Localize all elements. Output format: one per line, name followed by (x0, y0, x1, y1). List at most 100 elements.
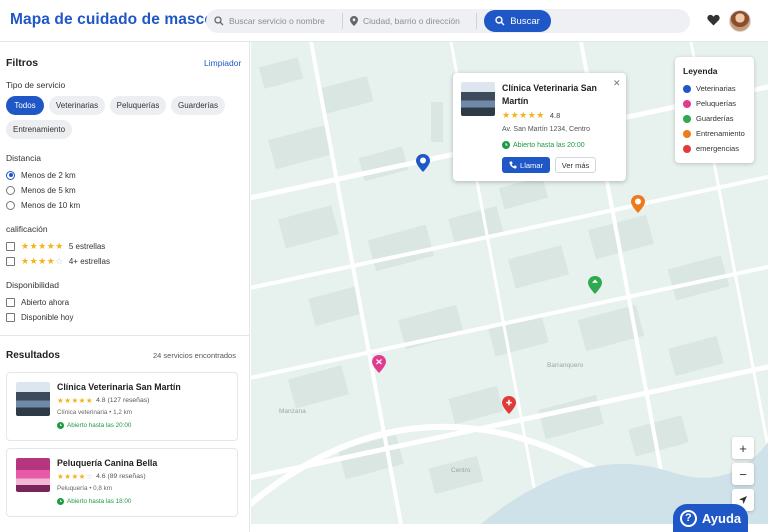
review-count: (127 reseñas) (107, 397, 150, 404)
top-bar: Mapa de cuidado de mascotas Buscar servi… (0, 0, 768, 42)
rating-option-label: 5 estrellas (68, 241, 106, 251)
search-divider (342, 13, 343, 29)
rating-value: 4.6 (96, 473, 106, 480)
status-text: Abierto hasta las 18:00 (67, 498, 132, 505)
map-label: Manzana (279, 408, 306, 415)
result-meta: Clínica veterinaria • 1,2 km (57, 409, 132, 416)
rating-value: 4.8 (549, 111, 561, 120)
chip-peluquerias[interactable]: Peluquerías (110, 96, 166, 115)
radio-selected[interactable] (6, 170, 15, 180)
availability-option-label: Abierto ahora (21, 297, 70, 307)
popup-rating: ★★★★★ 4.8 (502, 110, 560, 121)
popup-address: Av. San Martín 1234, Centro (502, 126, 591, 133)
checkbox[interactable] (6, 297, 15, 307)
map-legend: Leyenda Veterinarias Peluquerías Guarder… (675, 57, 754, 163)
legend-dot (683, 144, 691, 153)
rating-stars-icon: ★★★★☆ (57, 472, 94, 481)
result-status: Abierto hasta las 20:00 (57, 422, 131, 429)
service-search-input[interactable]: Buscar servicio o nombre (214, 9, 342, 33)
distance-option-5km[interactable]: Menos de 5 km (6, 184, 76, 196)
phone-icon (509, 161, 517, 169)
popup-thumbnail (461, 82, 495, 116)
distance-option-2km[interactable]: Menos de 2 km (6, 169, 76, 181)
clinic-popup: Clínica Veterinaria San Martín ✕ ★★★★★ 4… (453, 73, 626, 181)
close-icon[interactable]: ✕ (613, 78, 621, 89)
chip-entrenamiento[interactable]: Entrenamiento (6, 120, 72, 139)
daycare-marker-icon[interactable] (588, 276, 602, 294)
results-count: 24 servicios encontrados (153, 351, 236, 360)
legend-dot (683, 99, 691, 108)
map-view[interactable]: Clínica Veterinaria San Martín ✕ ★★★★★ 4… (251, 42, 768, 524)
availability-label: Disponibilidad (6, 280, 59, 290)
result-name[interactable]: Clínica Veterinaria San Martín (57, 382, 181, 392)
checkbox[interactable] (6, 241, 15, 251)
legend-item: Veterinarias (683, 84, 736, 93)
result-meta: Peluquería • 0,8 km (57, 485, 113, 492)
checkbox[interactable] (6, 312, 15, 322)
legend-label: Guarderías (696, 114, 734, 123)
service-type-label: Tipo de servicio (6, 80, 66, 90)
four-stars-icon: ★★★★☆ (21, 255, 64, 266)
clinic-thumbnail (16, 382, 50, 416)
legend-item: Entrenamiento (683, 129, 745, 138)
chip-guarderias[interactable]: Guarderías (171, 96, 225, 115)
legend-title: Leyenda (683, 66, 718, 76)
zoom-out-button[interactable]: − (732, 463, 754, 485)
user-avatar[interactable] (729, 10, 751, 32)
rating-value: 4.8 (96, 397, 106, 404)
rating-stars-icon: ★★★★★ (57, 396, 94, 405)
result-status: Abierto hasta las 18:00 (57, 498, 131, 505)
service-search-placeholder: Buscar servicio o nombre (229, 16, 325, 26)
call-label: Llamar (520, 160, 543, 170)
distance-label: Distancia (6, 153, 41, 163)
chip-todos[interactable]: Todos (6, 96, 44, 115)
search-button[interactable]: Buscar (484, 10, 551, 32)
clear-filters-link[interactable]: Limpiador (204, 58, 241, 68)
navigation-arrow-icon (739, 496, 747, 504)
rating-option-5[interactable]: ★★★★★ 5 estrellas (6, 240, 105, 252)
clock-icon (502, 141, 510, 149)
distance-option-10km[interactable]: Menos de 10 km (6, 199, 80, 211)
grooming-marker-icon[interactable] (372, 355, 386, 373)
map-label: Barranquero (547, 362, 584, 369)
search-icon (214, 16, 224, 26)
result-name[interactable]: Peluquería Canina Bella (57, 458, 157, 468)
see-more-button[interactable]: Ver más (555, 157, 596, 173)
clock-icon (57, 498, 64, 505)
rating-stars-icon: ★★★★★ (502, 110, 545, 120)
app-title[interactable]: Mapa de cuidado de mascotas (10, 11, 237, 29)
availability-today[interactable]: Disponible hoy (6, 311, 73, 323)
sidebar-divider (0, 335, 250, 336)
filters-title: Filtros (6, 57, 39, 69)
result-card[interactable]: Peluquería Canina Bella ★★★★☆ 4.6 (89 re… (6, 448, 238, 517)
availability-option-label: Disponible hoy (21, 312, 74, 322)
availability-open-now[interactable]: Abierto ahora (6, 296, 69, 308)
popup-name: Clínica Veterinaria San Martín (502, 83, 597, 106)
result-card[interactable]: Clínica Veterinaria San Martín ★★★★★ 4.8… (6, 372, 238, 441)
help-button[interactable]: ? Ayuda (673, 504, 748, 532)
zoom-in-button[interactable]: + (732, 437, 754, 459)
training-marker-icon[interactable] (631, 195, 645, 213)
favorites-heart-icon[interactable] (707, 14, 720, 26)
review-count: (89 reseñas) (107, 473, 146, 480)
result-rating: ★★★★☆ 4.6 (89 reseñas) (57, 472, 146, 481)
rating-option-label: 4+ estrellas (68, 256, 110, 266)
legend-label: emergencias (696, 144, 739, 153)
search-bar: Buscar servicio o nombre Ciudad, barrio … (206, 9, 690, 33)
location-placeholder: Ciudad, barrio o dirección (363, 16, 460, 26)
legend-dot (683, 129, 691, 138)
checkbox[interactable] (6, 256, 15, 266)
chip-veterinarias[interactable]: Veterinarias (49, 96, 105, 115)
search-button-label: Buscar (510, 15, 540, 27)
legend-label: Veterinarias (696, 84, 736, 93)
distance-option-label: Menos de 5 km (21, 185, 76, 195)
legend-item: emergencias (683, 144, 739, 153)
location-input[interactable]: Ciudad, barrio o dirección (350, 9, 478, 33)
veterinary-marker-icon[interactable] (416, 154, 430, 172)
call-button[interactable]: Llamar (502, 157, 550, 173)
rating-option-4plus[interactable]: ★★★★☆ 4+ estrellas (6, 255, 110, 267)
emergency-marker-icon[interactable] (502, 396, 516, 414)
radio[interactable] (6, 185, 15, 195)
radio[interactable] (6, 200, 15, 210)
status-text: Abierto hasta las 20:00 (67, 422, 132, 429)
